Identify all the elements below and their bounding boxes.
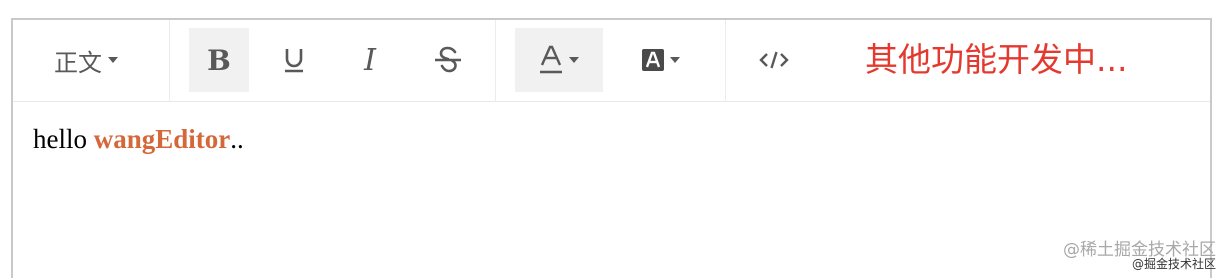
heading-select-label: 正文 bbox=[54, 43, 102, 78]
content-text-trailing: .. bbox=[230, 124, 244, 154]
content-text: hello bbox=[33, 124, 94, 154]
background-color-icon bbox=[642, 49, 664, 71]
code-button[interactable] bbox=[743, 28, 805, 92]
rich-text-editor: 正文 B I bbox=[11, 18, 1212, 278]
highlighted-text: wangEditor bbox=[94, 124, 231, 154]
chevron-down-icon bbox=[108, 57, 118, 63]
bold-button[interactable]: B bbox=[189, 28, 249, 92]
strikethrough-button[interactable] bbox=[415, 28, 481, 92]
editor-content[interactable]: hello wangEditor.. bbox=[33, 124, 244, 155]
underline-icon bbox=[282, 46, 306, 74]
heading-select[interactable]: 正文 bbox=[31, 28, 141, 92]
italic-icon: I bbox=[364, 43, 376, 78]
feature-notice: 其他功能开发中... bbox=[865, 40, 1127, 80]
toolbar-divider bbox=[725, 20, 726, 102]
chevron-down-icon bbox=[569, 57, 579, 63]
strikethrough-icon bbox=[433, 46, 463, 74]
editor-toolbar: 正文 B I bbox=[13, 20, 1210, 102]
underline-button[interactable] bbox=[263, 28, 325, 92]
font-color-icon bbox=[539, 45, 563, 75]
italic-button[interactable]: I bbox=[339, 28, 401, 92]
background-color-button[interactable] bbox=[621, 28, 701, 92]
bold-icon: B bbox=[207, 44, 231, 77]
toolbar-divider bbox=[495, 20, 496, 102]
watermark-small: @掘金技术社区 bbox=[1132, 255, 1216, 272]
code-icon bbox=[759, 50, 789, 70]
font-color-button[interactable] bbox=[515, 28, 603, 92]
toolbar-divider bbox=[169, 20, 170, 102]
chevron-down-icon bbox=[670, 57, 680, 63]
